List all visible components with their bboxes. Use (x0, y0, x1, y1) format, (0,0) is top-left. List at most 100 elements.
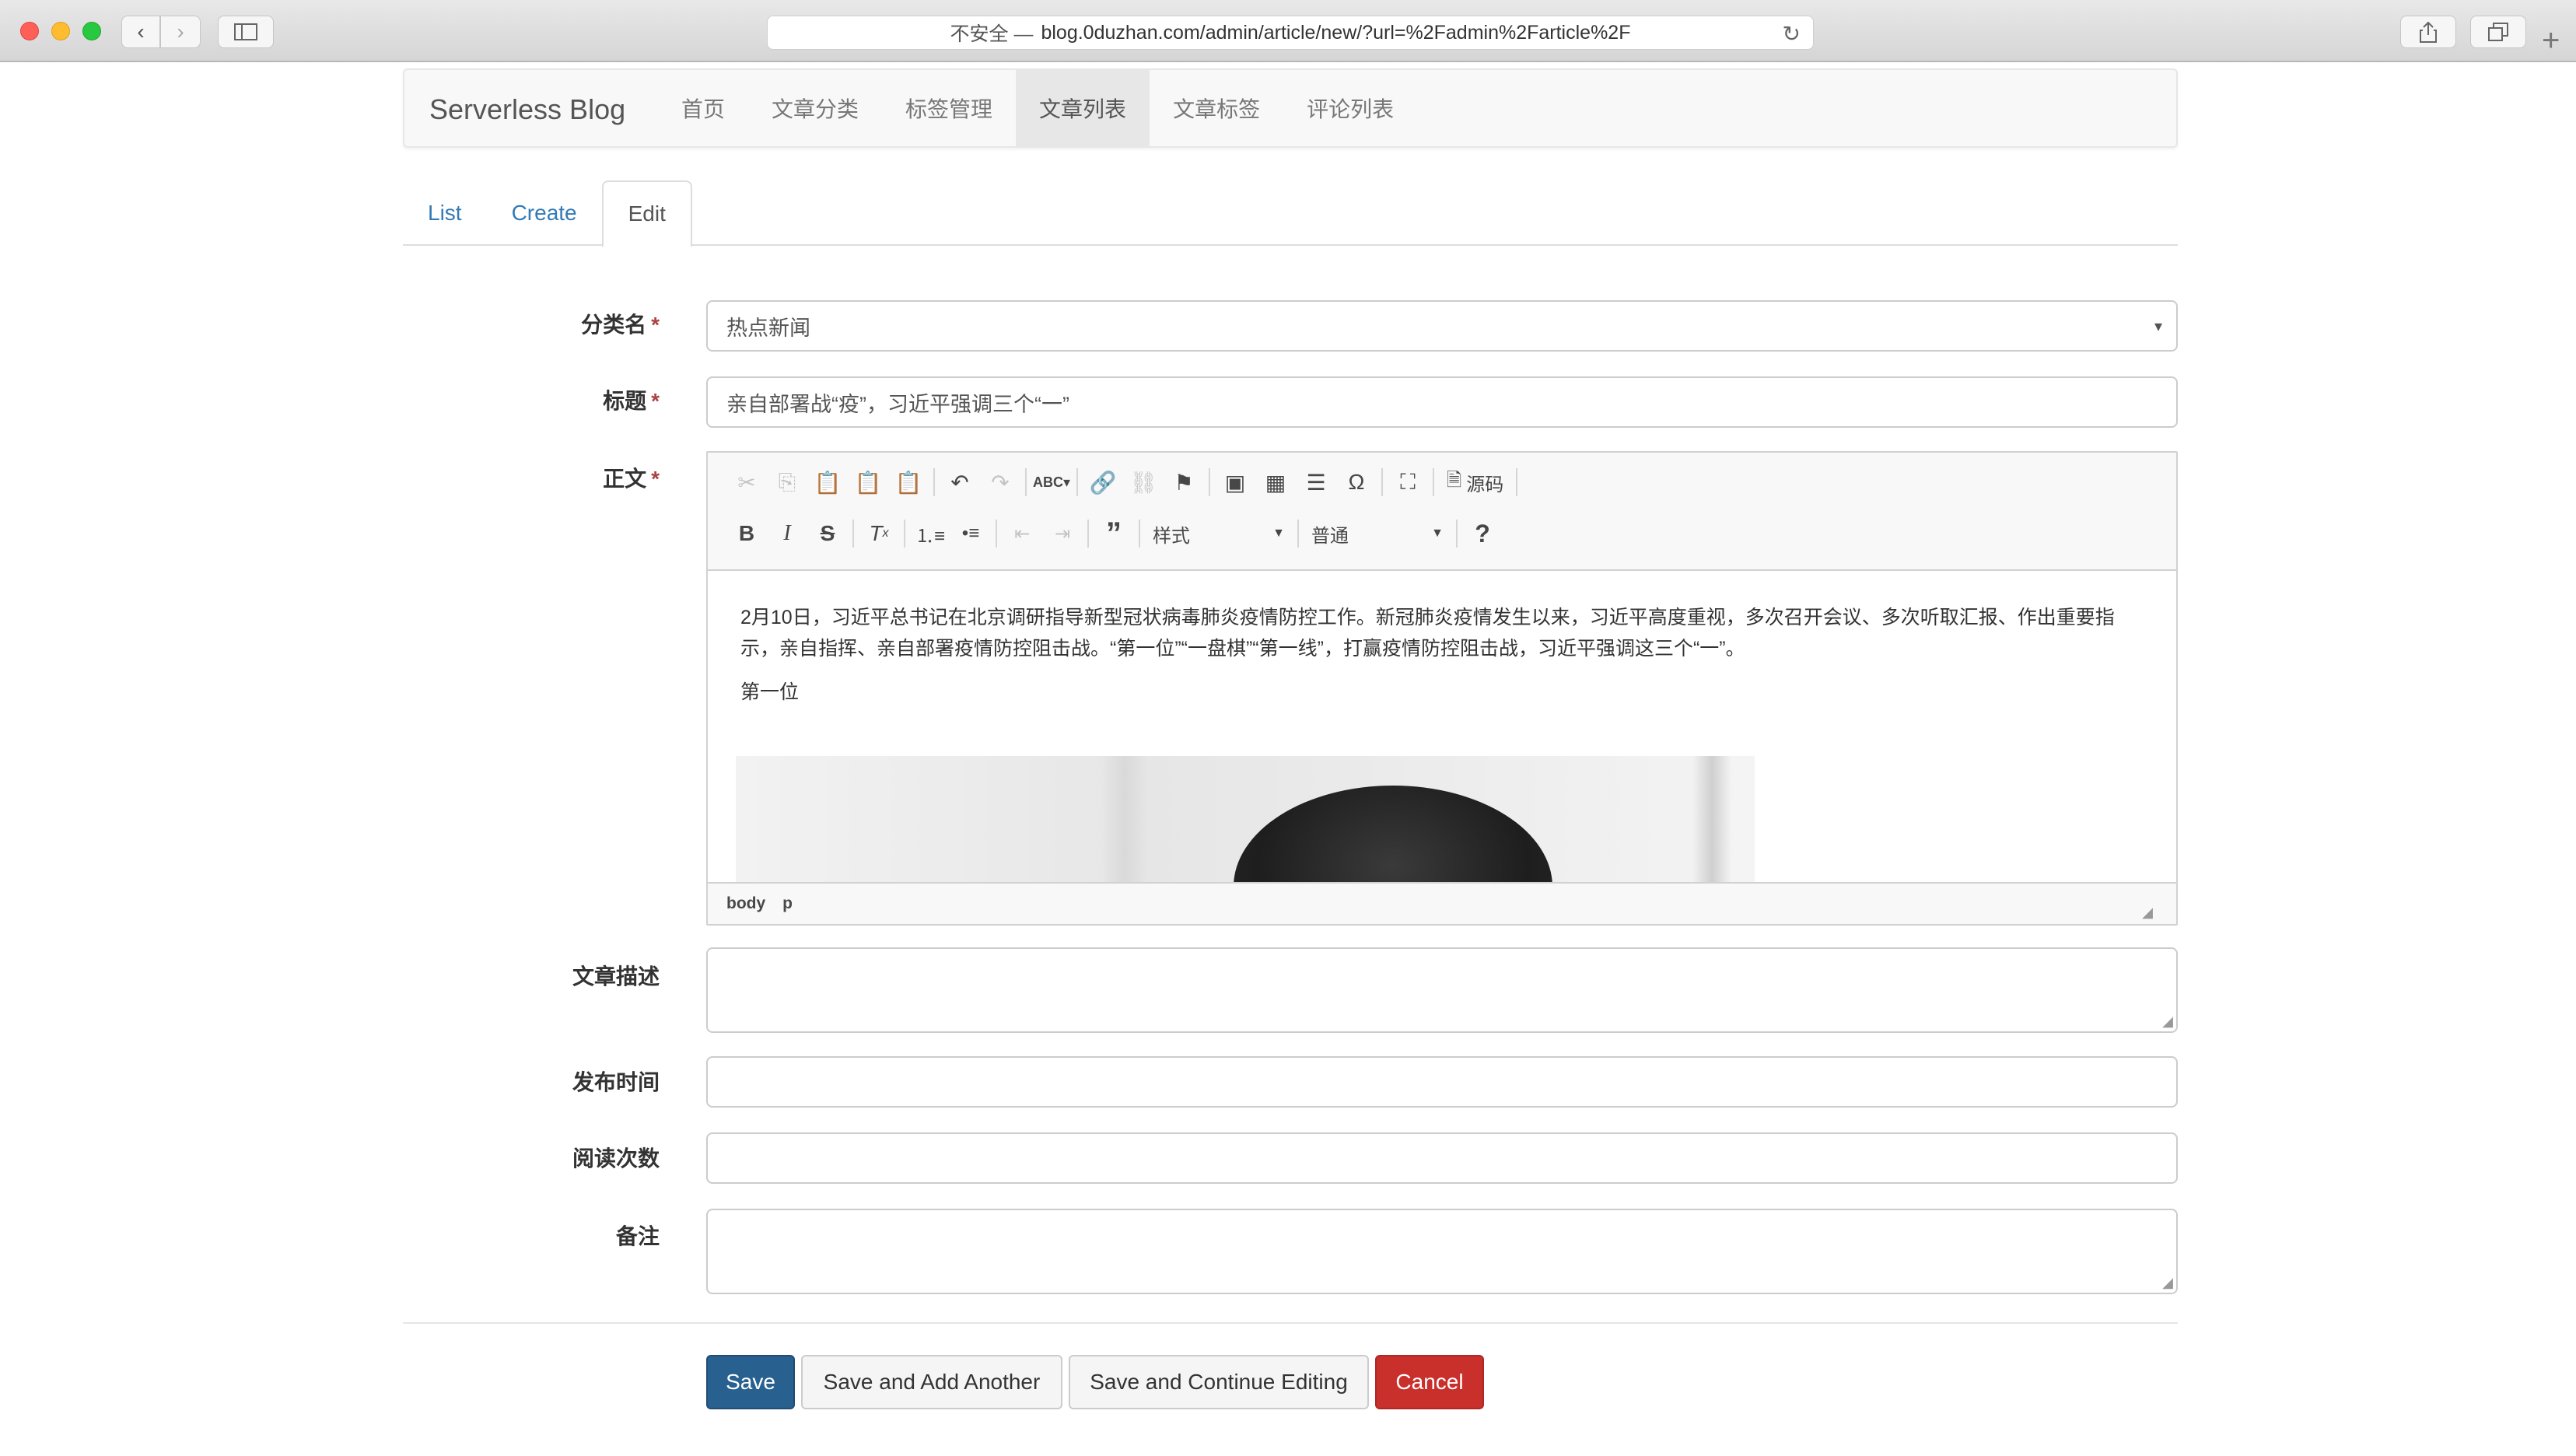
remark-textarea[interactable]: ◢ (706, 1209, 2178, 1294)
remove-format-icon[interactable]: Tx (859, 513, 899, 554)
nav-item-comment-list[interactable]: 评论列表 (1283, 70, 1417, 146)
resize-grip-icon[interactable]: ◢ (2162, 1275, 2173, 1291)
redo-icon[interactable]: ↷ (980, 462, 1020, 502)
paste-word-icon[interactable]: 📋 (888, 462, 929, 502)
italic-icon[interactable]: I (767, 513, 807, 554)
title-input[interactable]: 亲自部署战“疫”，习近平强调三个“一” (706, 376, 2178, 428)
brand-link[interactable]: Serverless Blog (429, 93, 625, 126)
path-p[interactable]: p (782, 894, 793, 913)
table-icon[interactable]: ▦ (1255, 462, 1296, 502)
maximize-icon[interactable]: ⛶ (1388, 462, 1428, 502)
path-body[interactable]: body (726, 894, 765, 913)
description-textarea[interactable]: ◢ (706, 947, 2178, 1033)
nav-links: 首页 文章分类 标签管理 文章列表 文章标签 评论列表 (658, 70, 1417, 146)
category-select[interactable]: 热点新闻 ▾ (706, 300, 2178, 352)
top-navbar: Serverless Blog 首页 文章分类 标签管理 文章列表 文章标签 评… (403, 68, 2178, 148)
category-value: 热点新闻 (726, 316, 810, 340)
bulleted-list-icon[interactable]: •≡ (950, 513, 991, 554)
save-button[interactable]: Save (706, 1355, 795, 1409)
required-mark: * (651, 389, 660, 413)
resize-grip-icon[interactable]: ◢ (2162, 1013, 2173, 1030)
reload-icon[interactable]: ↻ (1783, 21, 1801, 47)
publish-time-input[interactable] (706, 1056, 2178, 1108)
nav-item-article-tags[interactable]: 文章标签 (1150, 70, 1283, 146)
toolbar-row-2: B I S Tx ⒈≡ •≡ ⇤ ⇥ ” 样式 ▼ 普通 ▼ ? (726, 512, 1503, 555)
toolbar-separator (1209, 468, 1210, 496)
editor-content[interactable]: 2月10日，习近平总书记在北京调研指导新型冠状病毒肺炎疫情防控工作。新冠肺炎疫情… (708, 571, 2176, 884)
nav-item-tag-management[interactable]: 标签管理 (882, 70, 1016, 146)
anchor-flag-icon[interactable]: ⚑ (1164, 462, 1204, 502)
publish-time-label: 发布时间 (572, 1070, 660, 1094)
category-label: 分类名 * (581, 313, 660, 337)
sidebar-toggle-button[interactable] (218, 16, 274, 48)
tab-list[interactable]: List (403, 180, 487, 246)
new-tab-button[interactable]: + (2542, 23, 2560, 58)
required-mark: * (651, 313, 660, 337)
toolbar-separator (852, 520, 854, 548)
description-label: 文章描述 (572, 964, 660, 989)
styles-combo[interactable]: 样式 ▼ (1145, 516, 1293, 551)
tab-create[interactable]: Create (487, 180, 602, 246)
required-mark: * (651, 467, 660, 491)
photo-subject (1234, 786, 1552, 884)
toolbar-separator (1139, 520, 1140, 548)
tab-edit[interactable]: Edit (601, 180, 692, 247)
blockquote-icon[interactable]: ” (1094, 513, 1134, 554)
nav-item-home[interactable]: 首页 (658, 70, 748, 146)
minimize-window-button[interactable] (51, 22, 70, 40)
toolbar-separator (933, 468, 935, 496)
paste-text-icon[interactable]: 📋 (848, 462, 888, 502)
special-char-icon[interactable]: Ω (1336, 462, 1377, 502)
back-button[interactable]: ‹ (121, 16, 160, 48)
paste-icon[interactable]: 📋 (807, 462, 848, 502)
share-icon (2420, 21, 2437, 43)
editor-element-path: body p ◢ (708, 882, 2176, 924)
chevron-left-icon: ‹ (137, 19, 145, 44)
outdent-icon[interactable]: ⇤ (1002, 513, 1042, 554)
close-window-button[interactable] (20, 22, 39, 40)
tab-overview-button[interactable] (2470, 16, 2526, 48)
form-divider (403, 1322, 2178, 1324)
unlink-icon[interactable]: ⛓ (1123, 462, 1164, 502)
strikethrough-icon[interactable]: S (807, 513, 848, 554)
address-bar[interactable]: 不安全 — blog.0duzhan.com/admin/article/new… (767, 16, 1814, 50)
toolbar-separator (1076, 468, 1078, 496)
url-text: blog.0duzhan.com/admin/article/new/?url=… (1041, 21, 1631, 44)
dropdown-arrow-icon: ▼ (1272, 527, 1285, 540)
forward-button[interactable]: › (160, 16, 201, 48)
spellcheck-icon[interactable]: ABC▾ (1031, 462, 1072, 502)
undo-icon[interactable]: ↶ (940, 462, 980, 502)
rich-text-editor: ✂ ⎘ 📋 📋 📋 ↶ ↷ ABC▾ 🔗 ⛓ ⚑ ▣ ▦ ☰ Ω ⛶ 🗎 源码 … (706, 451, 2178, 926)
bold-icon[interactable]: B (726, 513, 767, 554)
toolbar-separator (1297, 520, 1299, 548)
copy-icon[interactable]: ⎘ (767, 462, 807, 502)
image-icon[interactable]: ▣ (1215, 462, 1255, 502)
toolbar-separator (1087, 520, 1089, 548)
toolbar-separator (996, 520, 997, 548)
format-combo[interactable]: 普通 ▼ (1304, 516, 1451, 551)
body-paragraph-1: 2月10日，习近平总书记在北京调研指导新型冠状病毒肺炎疫情防控工作。新冠肺炎疫情… (740, 607, 2115, 660)
form-tabs: List Create Edit (403, 180, 2178, 247)
indent-icon[interactable]: ⇥ (1042, 513, 1083, 554)
link-icon[interactable]: 🔗 (1083, 462, 1123, 502)
cancel-button[interactable]: Cancel (1375, 1355, 1484, 1409)
tabs-icon (2488, 23, 2508, 41)
nav-item-categories[interactable]: 文章分类 (748, 70, 882, 146)
save-and-add-another-button[interactable]: Save and Add Another (801, 1355, 1062, 1409)
nav-item-article-list[interactable]: 文章列表 (1016, 70, 1150, 146)
insecure-label: 不安全 — (950, 23, 1034, 45)
cut-icon[interactable]: ✂ (726, 462, 767, 502)
toolbar-separator (904, 520, 905, 548)
dropdown-arrow-icon: ▼ (1431, 527, 1444, 540)
read-count-input[interactable] (706, 1132, 2178, 1184)
share-button[interactable] (2400, 16, 2456, 48)
zoom-window-button[interactable] (82, 22, 101, 40)
save-and-continue-button[interactable]: Save and Continue Editing (1069, 1355, 1369, 1409)
source-button[interactable]: 🗎 源码 (1439, 462, 1511, 502)
help-icon[interactable]: ? (1462, 513, 1503, 554)
embedded-photo (736, 756, 1755, 884)
remark-label: 备注 (615, 1224, 660, 1248)
numbered-list-icon[interactable]: ⒈≡ (910, 513, 950, 554)
horizontal-rule-icon[interactable]: ☰ (1296, 462, 1336, 502)
resize-grip-icon[interactable]: ◢ (2142, 905, 2153, 921)
